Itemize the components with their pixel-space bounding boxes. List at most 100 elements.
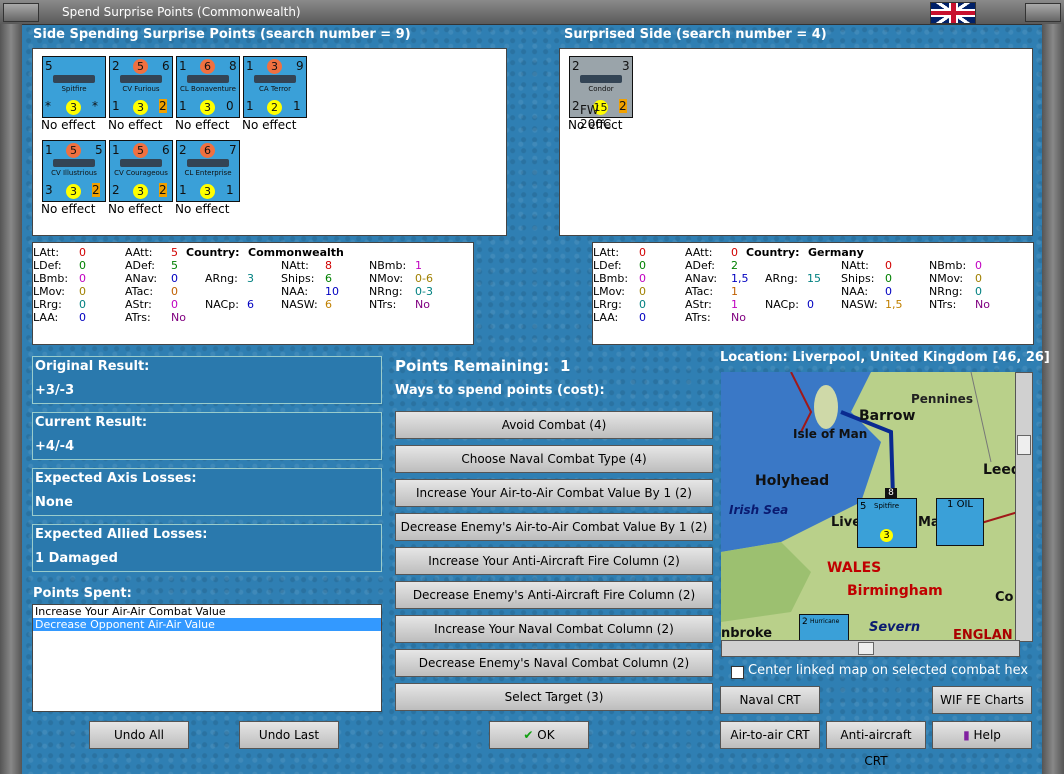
- ok-button[interactable]: ✔ OK: [489, 721, 589, 749]
- unit-value: 1: [112, 99, 120, 113]
- country-value: Germany: [808, 246, 864, 259]
- naval-crt-button[interactable]: Naval CRT: [720, 686, 820, 714]
- unit-name: CL Enterprise: [184, 169, 232, 177]
- spend-option-button[interactable]: Increase Your Anti-Aircraft Fire Column …: [395, 547, 713, 575]
- stat-value: 8: [325, 259, 332, 272]
- map-vscroll-thumb[interactable]: [1017, 435, 1031, 455]
- stat-value: 0: [639, 246, 646, 259]
- unit-value: 1: [246, 99, 254, 113]
- map-unit-oil[interactable]: 1 OIL: [936, 498, 984, 546]
- stat-value: 10: [325, 285, 339, 298]
- air-to-air-crt-button[interactable]: Air-to-air CRT: [720, 721, 820, 749]
- stat-label: NAtt:: [281, 259, 309, 272]
- stat-value: 0: [885, 259, 892, 272]
- stat-label: AStr:: [685, 298, 712, 311]
- stat-label: NAA:: [281, 285, 309, 298]
- stat-value: 1,5: [885, 298, 903, 311]
- spend-option-button[interactable]: Choose Naval Combat Type (4): [395, 445, 713, 473]
- system-menu-button[interactable]: [3, 3, 39, 22]
- close-button[interactable]: [1025, 3, 1061, 22]
- unit-counter[interactable]: CL Bonaventure 1 6 8 1 3 0: [176, 56, 240, 118]
- stat-label: LMov:: [33, 285, 65, 298]
- stat-value: 0: [639, 298, 646, 311]
- spend-option-button[interactable]: Decrease Enemy's Air-to-Air Combat Value…: [395, 513, 713, 541]
- unit-name: CL Bonaventure: [180, 85, 236, 93]
- map-unit-spitfire[interactable]: 5 Spitfire 3: [857, 498, 917, 548]
- map-label-birmingham: Birmingham: [847, 583, 943, 599]
- stat-value: 0: [171, 272, 178, 285]
- spend-option-button[interactable]: Increase Your Air-to-Air Combat Value By…: [395, 479, 713, 507]
- points-spent-item[interactable]: Decrease Opponent Air-Air Value: [33, 618, 381, 631]
- unit-silhouette: [254, 75, 296, 83]
- unit-value: 2: [92, 183, 100, 197]
- unit-effect-label: No effect: [108, 118, 163, 132]
- center-map-checkbox[interactable]: [731, 666, 744, 679]
- spend-option-button[interactable]: Decrease Enemy's Anti-Aircraft Fire Colu…: [395, 581, 713, 609]
- unit-silhouette: [187, 159, 229, 167]
- points-spent-label: Points Spent:: [33, 586, 132, 601]
- stat-label: LRrg:: [33, 298, 62, 311]
- unit-counter[interactable]: CV Courageous 1 5 6 2 3 2: [109, 140, 173, 202]
- stat-label: LBmb:: [33, 272, 69, 285]
- stat-label: ATrs:: [125, 311, 151, 324]
- stat-label: ARng:: [765, 272, 798, 285]
- spend-option-button[interactable]: Decrease Enemy's Naval Combat Column (2): [395, 649, 713, 677]
- unit-counter[interactable]: Spitfire 5 * 3 *: [42, 56, 106, 118]
- stat-value: 1: [415, 259, 422, 272]
- unit-counter[interactable]: CV Illustrious 1 5 5 3 3 2: [42, 140, 106, 202]
- allied-losses-box: Expected Allied Losses: 1 Damaged: [32, 524, 382, 572]
- unit-name: Condor: [588, 85, 614, 93]
- unit-value: 2: [112, 59, 120, 73]
- title-bar[interactable]: Spend Surprise Points (Commonwealth): [0, 0, 1064, 25]
- unit-value: 1: [179, 99, 187, 113]
- unit-value: 3: [200, 100, 215, 115]
- unit-silhouette: [580, 75, 622, 83]
- stat-value: 0: [79, 259, 86, 272]
- stat-label: NTrs:: [369, 298, 397, 311]
- points-spent-item[interactable]: Increase Your Air-Air Combat Value: [33, 605, 381, 618]
- unit-value: 2: [572, 99, 580, 113]
- wif-fe-charts-button[interactable]: WIF FE Charts: [932, 686, 1032, 714]
- unit-counter[interactable]: CL Enterprise 2 6 7 1 3 1: [176, 140, 240, 202]
- unit-silhouette: [187, 75, 229, 83]
- map-label-pembroke: nbroke: [721, 626, 773, 640]
- unit-counter[interactable]: CV Furious 2 5 6 1 3 2: [109, 56, 173, 118]
- stat-value: 6: [247, 298, 254, 311]
- points-spent-list[interactable]: Increase Your Air-Air Combat Value Decrea…: [32, 604, 382, 712]
- help-book-icon: ▮: [963, 728, 970, 742]
- axis-losses-box: Expected Axis Losses: None: [32, 468, 382, 516]
- help-button[interactable]: ▮ Help: [932, 721, 1032, 749]
- anti-aircraft-crt-button[interactable]: Anti-aircraft CRT: [826, 721, 926, 768]
- unit-silhouette: [53, 75, 95, 83]
- country-label: Country:: [186, 246, 240, 259]
- undo-last-button[interactable]: Undo Last: [239, 721, 339, 749]
- surprised-side-stats: Country: Germany LAtt: 0 LDef: 0 LBmb: 0 LMov:…: [592, 242, 1034, 345]
- right-frame: [1042, 24, 1064, 774]
- unit-name: CV Courageous: [114, 169, 168, 177]
- unit-value: 6: [162, 59, 170, 73]
- unit-value: 1: [179, 59, 187, 73]
- map-hscroll-thumb[interactable]: [858, 642, 874, 655]
- stat-value: 0: [79, 246, 86, 259]
- unit-counter[interactable]: CA Terror 1 3 9 1 2 1: [243, 56, 307, 118]
- stat-label: AAtt:: [685, 246, 713, 259]
- stat-value: 0: [975, 285, 982, 298]
- unit-value: 8: [229, 59, 237, 73]
- unit-counter[interactable]: Condor 2 3 2 15 2 FW 200C: [569, 56, 633, 131]
- unit-value: 2: [267, 100, 282, 115]
- spend-option-button[interactable]: Select Target (3): [395, 683, 713, 711]
- map-unit-hurricane[interactable]: 2 Hurricane: [799, 614, 849, 640]
- unit-silhouette: [120, 159, 162, 167]
- country-label: Country:: [746, 246, 800, 259]
- stat-value: 6: [325, 298, 332, 311]
- linked-map[interactable]: Barrow Pennines Isle of Man Holyhead Iri…: [721, 372, 1018, 640]
- map-location-label: Location: Liverpool, United Kingdom [46,…: [720, 350, 1050, 365]
- original-result-value: +3/-3: [35, 383, 75, 398]
- undo-all-button[interactable]: Undo All: [89, 721, 189, 749]
- map-horizontal-scrollbar[interactable]: [721, 640, 1020, 657]
- map-vertical-scrollbar[interactable]: [1015, 372, 1033, 642]
- spend-option-button[interactable]: Avoid Combat (4): [395, 411, 713, 439]
- spend-option-button[interactable]: Increase Your Naval Combat Column (2): [395, 615, 713, 643]
- unit-value: 5: [95, 143, 103, 157]
- stat-value: 5: [171, 259, 178, 272]
